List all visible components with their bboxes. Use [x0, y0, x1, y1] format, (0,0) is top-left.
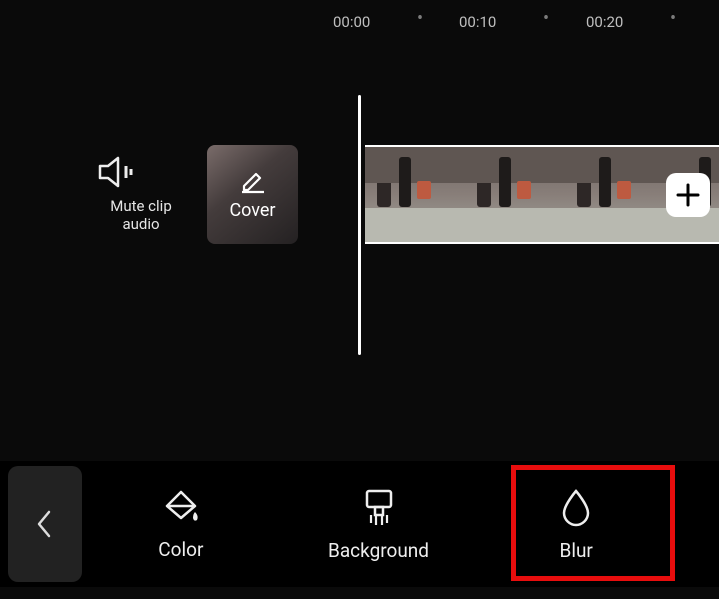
brush-icon: [360, 487, 398, 527]
blur-tool-button[interactable]: Blur: [477, 466, 675, 582]
back-button[interactable]: [8, 466, 82, 582]
timeline-tick: 00:10: [459, 13, 496, 31]
timeline-ruler[interactable]: 00:00 • 00:10 • 00:20 •: [0, 12, 719, 32]
background-tool-button[interactable]: Background: [280, 466, 478, 582]
plus-icon: [675, 182, 701, 208]
mute-label: Mute clip audio: [96, 197, 186, 233]
bottom-toolbar: Color Background Blur: [0, 461, 719, 587]
background-label: Background: [328, 539, 429, 562]
timeline-tick: 00:20: [586, 13, 623, 31]
chevron-left-icon: [35, 508, 55, 540]
color-label: Color: [158, 538, 203, 561]
cover-label: Cover: [229, 200, 275, 221]
color-tool-button[interactable]: Color: [82, 466, 280, 582]
clip-frame: [365, 147, 465, 242]
clip-frame: [465, 147, 565, 242]
timeline-tick: 00:00: [333, 13, 370, 31]
timeline-dot: •: [543, 14, 549, 24]
paint-bucket-icon: [161, 488, 201, 526]
add-clip-button[interactable]: [666, 173, 710, 217]
editor-area: Mute clip audio Cover: [0, 95, 719, 355]
speaker-muted-icon: [96, 155, 136, 189]
droplet-icon: [561, 487, 591, 527]
blur-label: Blur: [559, 539, 592, 562]
clip-frame: [565, 147, 665, 242]
edit-icon: [240, 168, 266, 194]
cover-button[interactable]: Cover: [207, 145, 298, 244]
timeline-dot: •: [417, 14, 423, 24]
mute-clip-audio-button[interactable]: Mute clip audio: [96, 155, 186, 233]
timeline-dot: •: [670, 14, 676, 24]
playhead[interactable]: [358, 95, 361, 355]
